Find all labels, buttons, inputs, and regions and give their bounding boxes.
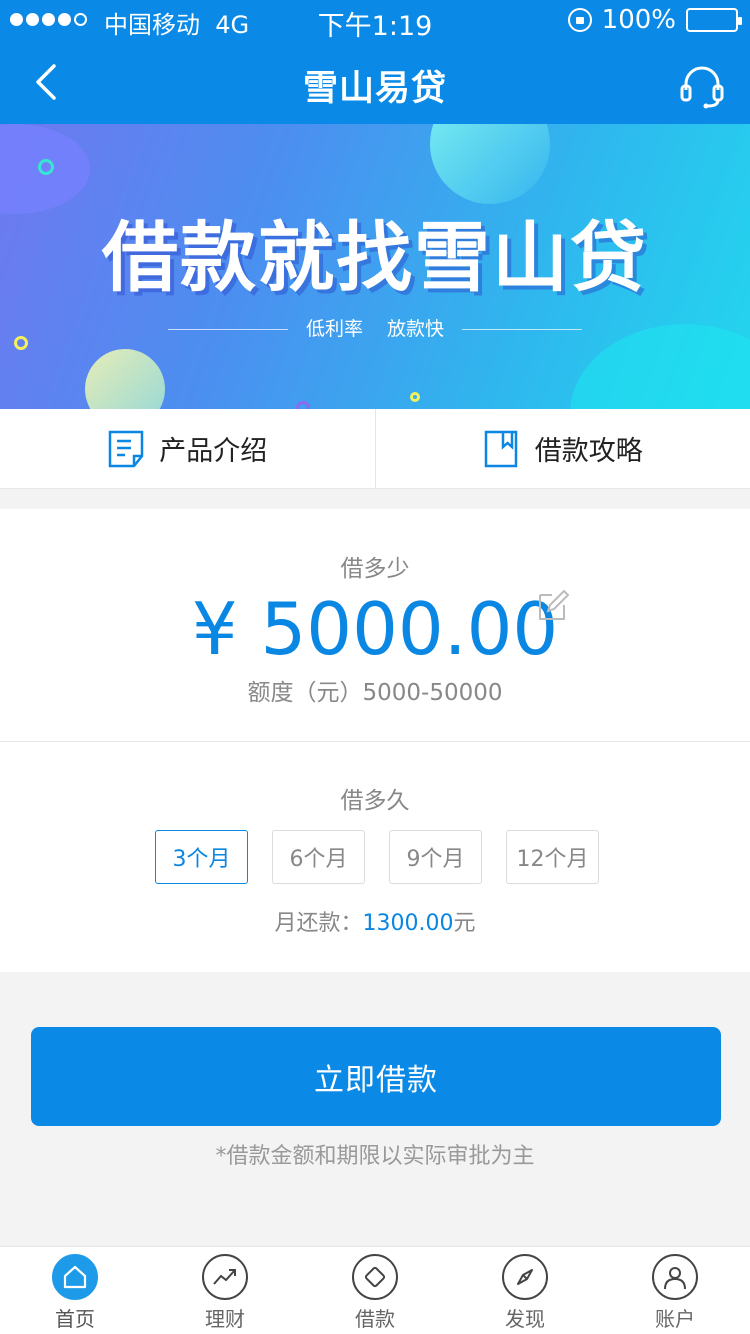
- tab-account[interactable]: 账户: [600, 1247, 750, 1334]
- term-options: 3个月 6个月 9个月 12个月: [155, 830, 599, 884]
- term-option-12[interactable]: 12个月: [506, 830, 599, 884]
- monthly-value: 1300.00: [362, 911, 454, 936]
- disclaimer-note: *借款金额和期限以实际审批为主: [215, 1144, 535, 1169]
- top-bar: 中国移动 4G 下午1:19 100% 雪山易贷: [0, 0, 750, 124]
- banner-decoration: [430, 124, 550, 204]
- monthly-payment: 月还款：1300.00元: [0, 905, 750, 937]
- banner-title: 借款就找雪山贷: [102, 213, 648, 302]
- tab-discover[interactable]: 发现: [450, 1247, 600, 1334]
- banner-decoration: [85, 349, 165, 409]
- rotation-lock-icon: [567, 8, 592, 32]
- loan-guide-label: 借款攻略: [534, 436, 643, 467]
- banner-subtitle-speed: 放款快: [387, 318, 445, 340]
- tab-account-label: 账户: [655, 1307, 695, 1331]
- loan-card: 借多少 ¥ 5000.00 额度（元）5000-50000 借多久 3个月 6个…: [0, 509, 750, 972]
- banner-subtitle: 低利率 放款快: [0, 314, 750, 341]
- monthly-suffix: 元: [453, 911, 476, 936]
- product-intro-link[interactable]: 产品介绍: [0, 409, 375, 488]
- tab-home[interactable]: 首页: [0, 1247, 150, 1334]
- document-icon: [109, 430, 144, 467]
- banner-decoration: [410, 392, 420, 402]
- page-title: 雪山易贷: [302, 69, 447, 109]
- term-option-9[interactable]: 9个月: [389, 830, 482, 884]
- amount-range: 额度（元）5000-50000: [247, 680, 503, 706]
- term-option-6[interactable]: 6个月: [272, 830, 365, 884]
- product-intro-label: 产品介绍: [159, 436, 268, 467]
- headset-icon[interactable]: [678, 62, 726, 110]
- monthly-prefix: 月还款：: [274, 911, 363, 936]
- edit-icon[interactable]: [538, 589, 570, 621]
- tab-home-label: 首页: [55, 1307, 95, 1331]
- chart-trend-icon: [202, 1254, 248, 1300]
- tab-loan-label: 借款: [355, 1307, 395, 1331]
- divider: [0, 741, 750, 742]
- quick-links: 产品介绍 借款攻略: [0, 409, 750, 489]
- tab-discover-label: 发现: [505, 1307, 545, 1331]
- tab-finance-label: 理财: [205, 1307, 245, 1331]
- home-icon: [52, 1254, 98, 1300]
- banner-decoration: [296, 401, 310, 409]
- loan-amount[interactable]: ¥ 5000.00: [0, 587, 750, 671]
- bookmark-icon: [484, 430, 517, 467]
- banner-decoration: [38, 159, 54, 175]
- diamond-icon: [352, 1254, 398, 1300]
- tab-bar: 首页 理财 借款 发现 账户: [0, 1246, 750, 1334]
- user-icon: [652, 1254, 698, 1300]
- battery-percent: 100%: [601, 5, 676, 35]
- compass-icon: [502, 1254, 548, 1300]
- promo-banner[interactable]: 借款就找雪山贷 低利率 放款快: [0, 124, 750, 409]
- banner-subtitle-rate: 低利率: [305, 318, 363, 340]
- status-bar: 中国移动 4G 下午1:19 100%: [0, 0, 750, 42]
- loan-guide-link[interactable]: 借款攻略: [374, 409, 750, 488]
- amount-label: 借多少: [340, 556, 410, 582]
- term-label: 借多久: [340, 788, 410, 814]
- status-right: 100%: [567, 5, 742, 35]
- tab-finance[interactable]: 理财: [150, 1247, 300, 1334]
- nav-bar: 雪山易贷: [0, 40, 750, 124]
- term-option-3[interactable]: 3个月: [155, 830, 248, 884]
- tab-loan[interactable]: 借款: [300, 1247, 450, 1334]
- battery-icon: [686, 8, 742, 32]
- apply-loan-button[interactable]: 立即借款: [31, 1027, 721, 1126]
